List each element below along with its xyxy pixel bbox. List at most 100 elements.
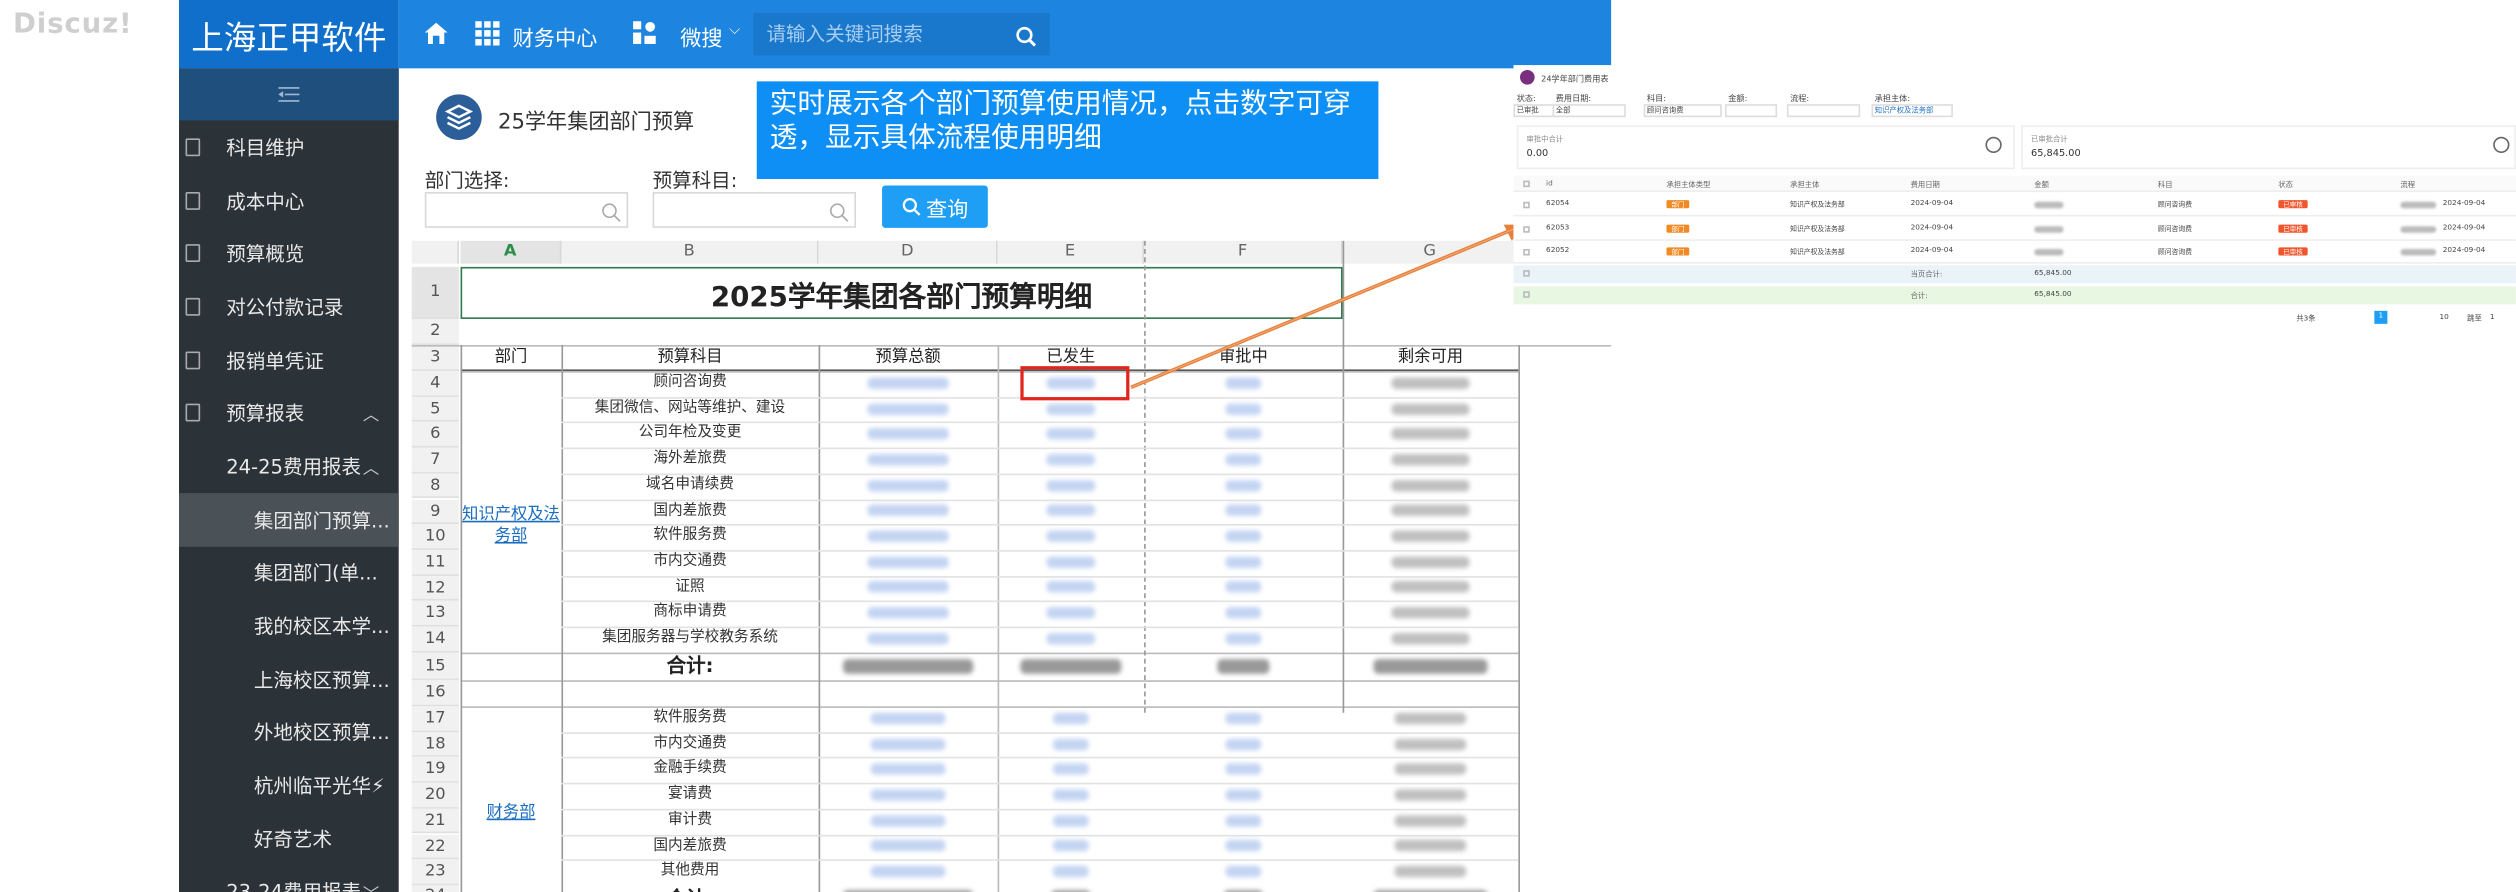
sidebar-item[interactable]: 预算报表 ︿ [179, 386, 399, 439]
sidebar-item[interactable]: 23-24费用报表﹀ [179, 865, 399, 892]
blurred-value[interactable] [870, 789, 946, 801]
blurred-value[interactable] [1391, 632, 1470, 645]
blurred-value[interactable] [1217, 659, 1270, 675]
sidebar-item[interactable]: 预算概览 [179, 227, 399, 280]
blurred-value[interactable] [1391, 453, 1470, 466]
column-header[interactable]: D [818, 240, 998, 264]
sidebar-item[interactable]: 上海校区预算... [179, 652, 399, 705]
row-number[interactable]: 15 [411, 652, 459, 681]
blurred-value[interactable] [1052, 865, 1089, 878]
home-icon[interactable] [423, 21, 449, 45]
blurred-value[interactable] [1394, 763, 1467, 776]
blurred-value[interactable] [867, 632, 949, 645]
row-number[interactable]: 2 [411, 318, 459, 346]
blurred-value[interactable] [867, 479, 949, 491]
blurred-value[interactable] [1052, 738, 1089, 750]
row-number[interactable]: 7 [411, 447, 459, 474]
blurred-value[interactable] [870, 814, 946, 827]
blurred-value[interactable] [1225, 428, 1262, 440]
blurred-value[interactable] [1225, 865, 1262, 878]
blurred-value[interactable] [870, 712, 946, 724]
blurred-value[interactable] [1225, 763, 1262, 776]
blurred-value[interactable] [1225, 607, 1262, 619]
row-number[interactable]: 12 [411, 575, 459, 601]
blurred-value[interactable] [1373, 659, 1488, 675]
row-number[interactable]: 9 [411, 498, 459, 525]
blurred-value[interactable] [1046, 479, 1096, 491]
chevron-up-icon[interactable]: ︿ [363, 454, 379, 479]
blurred-value[interactable] [1225, 556, 1262, 568]
chevron-down-icon[interactable]: ﹀ [363, 880, 379, 892]
row-number[interactable]: 17 [411, 706, 459, 732]
blurred-value[interactable] [1046, 581, 1096, 594]
apps-grid-icon[interactable] [475, 21, 500, 46]
brand-logo[interactable]: 上海正甲软件 [179, 0, 399, 69]
blurred-value[interactable] [1046, 530, 1096, 543]
blurred-value[interactable] [867, 581, 949, 594]
blurred-value[interactable] [870, 840, 946, 852]
blurred-value[interactable] [1046, 453, 1096, 466]
row-number[interactable]: 3 [411, 345, 459, 372]
sidebar-item[interactable]: 杭州临平光华⚡ [179, 759, 399, 812]
row-number[interactable]: 21 [411, 808, 459, 835]
dept-link[interactable]: 财务部 [462, 802, 560, 825]
blurred-value[interactable] [1394, 865, 1467, 878]
blurred-value[interactable] [1391, 479, 1470, 491]
checkbox[interactable] [1523, 270, 1530, 277]
blurred-value[interactable] [842, 659, 974, 675]
blurred-value[interactable] [1225, 581, 1262, 594]
row-number[interactable]: 24 [411, 885, 459, 892]
checkbox[interactable] [1523, 201, 1530, 209]
blurred-value[interactable] [1394, 789, 1467, 801]
blurred-value[interactable] [1046, 402, 1096, 415]
sidebar-item[interactable]: 好奇艺术 [179, 812, 399, 865]
blurred-value[interactable] [870, 738, 946, 750]
row-number[interactable]: 22 [411, 834, 459, 860]
blurred-value[interactable] [1225, 505, 1262, 517]
checkbox[interactable] [1523, 225, 1530, 232]
blurred-value[interactable] [1020, 659, 1122, 675]
blurred-value[interactable] [1391, 428, 1470, 440]
blurred-value[interactable] [1225, 479, 1262, 491]
blurred-value[interactable] [867, 505, 949, 517]
blurred-value[interactable] [867, 607, 949, 619]
blurred-value[interactable] [1225, 814, 1262, 827]
row-number[interactable]: 1 [411, 266, 459, 319]
row-number[interactable]: 4 [411, 371, 459, 397]
blurred-value[interactable] [1052, 712, 1089, 724]
blurred-value[interactable] [867, 556, 949, 568]
blurred-value[interactable] [867, 453, 949, 466]
sidebar-item[interactable]: 24-25费用报表 ︿ [179, 440, 399, 493]
column-header[interactable]: B [561, 240, 819, 264]
weisou-menu[interactable]: 微搜 [680, 21, 722, 52]
row-number[interactable]: 5 [411, 396, 459, 423]
chevron-up-icon[interactable]: ︿ [363, 401, 379, 426]
blurred-value[interactable] [1052, 763, 1089, 776]
checkbox[interactable] [1523, 180, 1530, 188]
row-number[interactable]: 11 [411, 549, 459, 576]
blurred-value[interactable] [1391, 530, 1470, 543]
blurred-value[interactable] [1225, 738, 1262, 750]
row-number[interactable]: 10 [411, 524, 459, 550]
blurred-value[interactable] [1046, 428, 1096, 440]
row-number[interactable]: 14 [411, 626, 459, 653]
blurred-value[interactable] [867, 428, 949, 440]
blurred-value[interactable] [1225, 632, 1262, 645]
chevron-down-icon[interactable]: ⌵ [729, 23, 740, 39]
sidebar-item[interactable]: 集团部门预算... [179, 492, 399, 546]
sidebar-item[interactable]: 报销单凭证 [179, 333, 399, 386]
blurred-value[interactable] [867, 530, 949, 543]
blurred-value[interactable] [1052, 789, 1089, 801]
blurred-value[interactable] [1046, 505, 1096, 517]
blurred-value[interactable] [1052, 840, 1089, 852]
column-header[interactable]: A [460, 240, 562, 264]
filter-input[interactable] [1786, 104, 1861, 118]
blurred-value[interactable] [1394, 712, 1467, 724]
row-number[interactable]: 6 [411, 422, 459, 448]
sidebar-item[interactable]: 集团部门(单... [179, 546, 399, 599]
row-number[interactable]: 20 [411, 782, 459, 809]
blurred-value[interactable] [1046, 556, 1096, 568]
page-button[interactable]: 1 [2374, 310, 2388, 324]
blurred-value[interactable] [1394, 738, 1467, 750]
dept-select-input[interactable] [424, 192, 629, 228]
